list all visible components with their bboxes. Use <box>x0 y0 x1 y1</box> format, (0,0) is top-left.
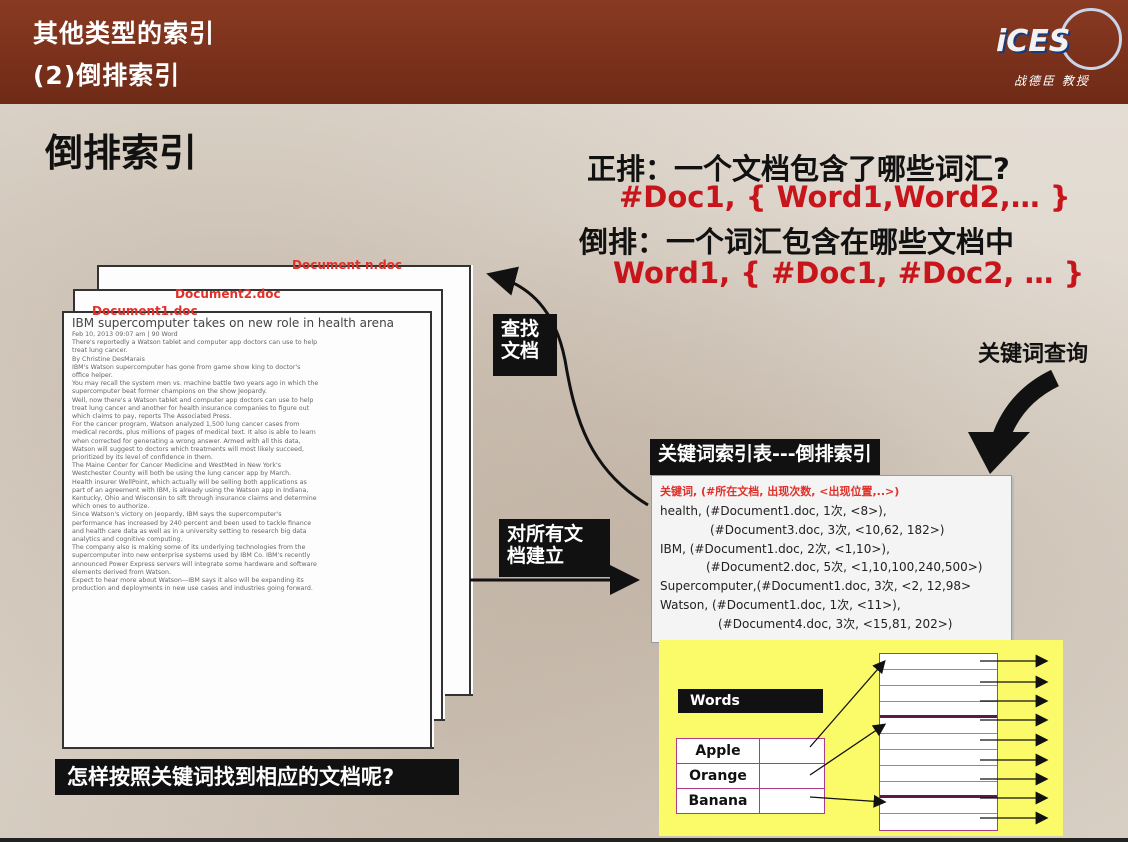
keyword-query-arrow <box>991 369 1060 444</box>
bottom-question-banner: 怎样按照关键词找到相应的文档呢? <box>55 759 459 795</box>
arrows-overlay <box>470 266 1060 825</box>
bottom-bar <box>0 838 1128 842</box>
find-docs-arrow <box>486 266 649 507</box>
posting-arrows <box>980 654 1049 825</box>
